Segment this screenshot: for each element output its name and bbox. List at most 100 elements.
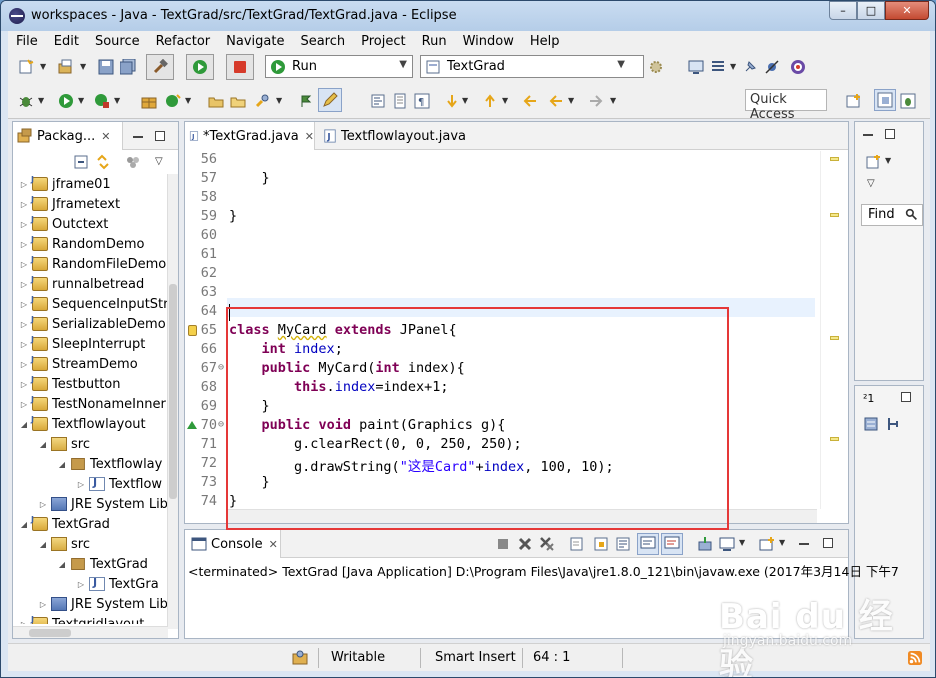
next-annotation-icon[interactable] (444, 93, 460, 109)
build-button[interactable] (146, 54, 174, 80)
target-icon[interactable] (790, 59, 806, 75)
collapse-all-icon[interactable] (73, 154, 89, 170)
tree-item[interactable]: ▷ Textgridlayout (19, 614, 144, 624)
package-explorer-hscrollbar[interactable] (13, 626, 168, 638)
code-text-area[interactable]: 56 57 } 58 59} 60 61 62 63 64 65 class MyCard exte… (185, 151, 815, 509)
terminate-icon[interactable] (495, 536, 511, 552)
coverage-dropdown-icon[interactable]: ▼ (114, 96, 120, 105)
java-perspective-button[interactable] (874, 89, 896, 111)
tree-item[interactable]: ▷ SequenceInputStr (19, 294, 168, 314)
new-task-icon[interactable] (865, 154, 881, 170)
tree-item[interactable]: ◢ TextGrad (19, 514, 110, 534)
save-icon[interactable] (98, 59, 114, 75)
prev-annotation-icon[interactable] (482, 93, 498, 109)
tree-item[interactable]: ◢ src (38, 434, 90, 454)
tree-item[interactable]: ▷ runnalbetread (19, 274, 144, 294)
scroll-lock-icon[interactable] (593, 536, 609, 552)
collapsed-twisty-icon[interactable]: ▷ (19, 300, 29, 309)
new-package-icon[interactable] (58, 59, 74, 75)
link-with-editor-icon[interactable] (95, 154, 111, 170)
back-dropdown-icon[interactable]: ▼ (568, 96, 574, 105)
remove-all-launches-icon[interactable] (539, 536, 555, 552)
close-icon[interactable]: ✕ (305, 130, 314, 143)
warning-marker-icon[interactable] (188, 325, 197, 336)
launch-target-combo[interactable]: TextGrad ▼ (420, 55, 644, 78)
maximize-view-button[interactable] (155, 131, 165, 141)
tab-package-explorer[interactable]: Packag... ✕ (13, 122, 123, 150)
last-edit-icon[interactable] (522, 93, 538, 109)
highlight-toggle-button[interactable] (318, 88, 342, 112)
toggle-mark-icon[interactable] (298, 93, 314, 109)
menu-project[interactable]: Project (353, 34, 413, 49)
tree-item[interactable]: ◢ Textflowlayout (19, 414, 146, 434)
tree-item[interactable]: ◢ src (38, 534, 90, 554)
expanded-twisty-icon[interactable]: ◢ (57, 560, 67, 569)
skip-breakpoints-icon[interactable] (764, 59, 780, 75)
new-dropdown-icon[interactable]: ▼ (40, 62, 46, 71)
properties-icon[interactable] (710, 59, 726, 75)
close-icon[interactable]: ✕ (269, 538, 278, 551)
expanded-twisty-icon[interactable]: ◢ (38, 540, 48, 549)
word-wrap-icon[interactable] (615, 536, 631, 552)
menu-refactor[interactable]: Refactor (148, 34, 219, 49)
tree-item[interactable]: ▷ Testbutton (19, 374, 121, 394)
tree-item[interactable]: ▷ SerializableDemo (19, 314, 166, 334)
package-explorer-scrollbar[interactable] (167, 174, 178, 629)
save-all-icon[interactable] (120, 59, 136, 75)
block-selection-icon[interactable] (370, 93, 386, 109)
debug-run-button[interactable] (186, 54, 214, 80)
tree-item[interactable]: ▷ JRE System Lib (38, 594, 168, 614)
debug-icon[interactable] (18, 93, 34, 109)
new-java-class-icon[interactable] (165, 93, 181, 109)
collapsed-twisty-icon[interactable]: ▷ (19, 240, 29, 249)
collapsed-twisty-icon[interactable]: ▷ (19, 380, 29, 389)
close-icon[interactable]: ✕ (101, 130, 110, 143)
outline-icon[interactable] (863, 416, 879, 432)
editor-hscrollbar[interactable] (227, 509, 817, 523)
tree-item[interactable]: ▷ SleepInterrupt (19, 334, 145, 354)
focus-icon[interactable] (125, 154, 141, 170)
forward-dropdown-icon[interactable]: ▼ (610, 96, 616, 105)
collapsed-twisty-icon[interactable]: ▷ (19, 280, 29, 289)
menu-window[interactable]: Window (455, 34, 522, 49)
monitor-icon[interactable] (688, 59, 704, 75)
new-icon[interactable] (18, 59, 34, 75)
collapsed-twisty-icon[interactable]: ▷ (19, 320, 29, 329)
run-icon[interactable] (58, 93, 74, 109)
maximize-button[interactable]: □ (857, 1, 885, 20)
display-console-icon[interactable] (719, 536, 735, 552)
collapsed-twisty-icon[interactable]: ▷ (38, 500, 48, 509)
collapsed-twisty-icon[interactable]: ▷ (19, 220, 29, 229)
collapsed-twisty-icon[interactable]: ▷ (19, 200, 29, 209)
back-icon[interactable] (548, 93, 564, 109)
hierarchy-icon[interactable] (885, 416, 901, 432)
tree-item[interactable]: ▷ RandomFileDemo (19, 254, 166, 274)
open-console-dropdown-icon[interactable]: ▼ (779, 538, 785, 547)
tree-item[interactable]: ▷ Outctext (19, 214, 108, 234)
paragraph-icon[interactable]: ¶ (414, 93, 430, 109)
menu-navigate[interactable]: Navigate (218, 34, 292, 49)
tree-item[interactable]: ▷ TextGra (76, 574, 159, 594)
expanded-twisty-icon[interactable]: ◢ (57, 460, 67, 469)
collapsed-twisty-icon[interactable]: ▷ (19, 340, 29, 349)
debug-perspective-icon[interactable] (900, 93, 916, 109)
menu-source[interactable]: Source (87, 34, 148, 49)
menu-run[interactable]: Run (414, 34, 455, 49)
next-annotation-dropdown-icon[interactable]: ▼ (462, 96, 468, 105)
collapsed-twisty-icon[interactable]: ▷ (19, 400, 29, 409)
collapsed-twisty-icon[interactable]: ▷ (76, 480, 86, 489)
collapsed-twisty-icon[interactable]: ▷ (38, 600, 48, 609)
remove-launch-icon[interactable] (517, 536, 533, 552)
pin-console-icon[interactable] (697, 536, 713, 552)
tree-item[interactable]: ▷ StreamDemo (19, 354, 138, 374)
clear-console-icon[interactable] (569, 536, 585, 552)
collapsed-twisty-icon[interactable]: ▷ (19, 360, 29, 369)
open-console-icon[interactable] (759, 536, 775, 552)
menu-search[interactable]: Search (292, 34, 353, 49)
quick-access-field[interactable]: Quick Access (745, 89, 827, 122)
search-icon[interactable] (254, 93, 270, 109)
tree-item[interactable]: ◢ TextGrad (57, 554, 148, 574)
tree-item[interactable]: ▷ Jframetext (19, 194, 120, 214)
fold-toggle-icon[interactable]: ⊖ (218, 419, 224, 430)
open-perspective-icon[interactable] (846, 93, 862, 109)
